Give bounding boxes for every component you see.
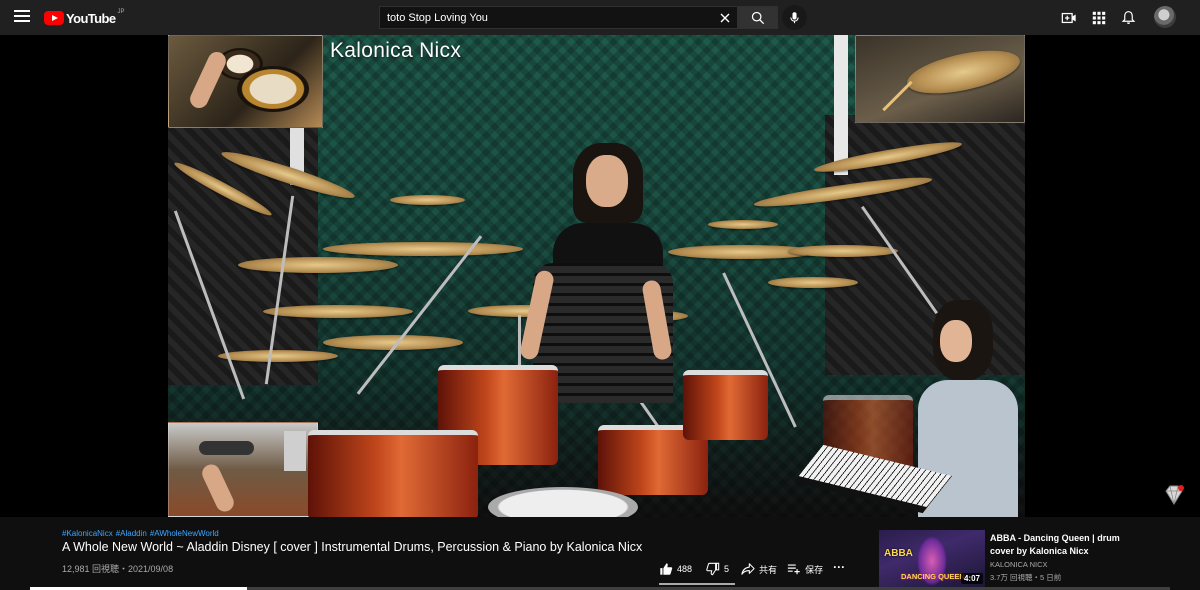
- duration-badge: 4:07: [960, 573, 983, 584]
- hashtag-link[interactable]: #AWholeNewWorld: [150, 529, 219, 538]
- search-button[interactable]: [738, 6, 778, 29]
- hashtag-link[interactable]: #Aladdin: [116, 529, 147, 538]
- recommended-meta: 3.7万 回視聴・5 日前: [990, 573, 1062, 582]
- youtube-logo[interactable]: YouTube JP: [44, 9, 125, 27]
- dislike-count: 5: [724, 564, 730, 574]
- action-bar: 488 5 共有 保存 ···: [659, 560, 855, 577]
- thumbs-down-icon: [706, 562, 720, 576]
- recommended-channel[interactable]: KALONICA NICX: [990, 560, 1048, 569]
- like-ratio-bar: [659, 583, 735, 585]
- diamond-icon[interactable]: [1162, 483, 1186, 507]
- microphone-icon: [790, 12, 799, 24]
- like-count: 488: [677, 564, 693, 574]
- video-player: Kalonica Nicx: [0, 35, 1200, 517]
- recommended-thumbnail[interactable]: ABBA DANCING QUEEN 4:07: [879, 530, 985, 587]
- save-label: 保存: [805, 564, 824, 575]
- like-button[interactable]: 488: [659, 562, 692, 576]
- youtube-play-icon: [44, 11, 64, 25]
- dislike-button[interactable]: 5: [706, 562, 729, 576]
- share-label: 共有: [759, 564, 778, 575]
- video-title: A Whole New World ~ Aladdin Disney [ cov…: [62, 540, 643, 554]
- thumbs-up-icon: [660, 563, 673, 575]
- voice-search-button[interactable]: [782, 5, 807, 30]
- bell-icon[interactable]: [1120, 9, 1137, 26]
- logo-region: JP: [117, 9, 125, 15]
- add-to-playlist-icon: [787, 564, 800, 575]
- search-icon: [751, 11, 765, 24]
- video-frame[interactable]: Kalonica Nicx: [168, 35, 1025, 517]
- top-bar: YouTube JP: [0, 0, 1200, 35]
- share-button[interactable]: 共有: [741, 562, 777, 576]
- thumbnail-text: ABBA: [884, 548, 913, 559]
- inset-cymbal-camera: [855, 35, 1025, 123]
- thumbnail-text: DANCING QUEEN: [901, 572, 965, 581]
- search-input[interactable]: [380, 7, 737, 28]
- share-icon: [741, 563, 755, 575]
- avatar[interactable]: [1154, 6, 1176, 28]
- view-count-date: 12,981 回視聴・2021/09/08: [62, 564, 174, 574]
- close-icon[interactable]: [718, 11, 732, 25]
- channel-watermark: Kalonica Nicx: [330, 39, 462, 62]
- recommended-video[interactable]: ABBA DANCING QUEEN 4:07 ABBA - Dancing Q…: [879, 530, 1179, 590]
- hashtag-link[interactable]: #KalonicaNicx: [62, 529, 113, 538]
- more-icon: ···: [833, 560, 846, 574]
- more-actions-button[interactable]: ···: [833, 560, 845, 574]
- tom-drum: [683, 370, 768, 440]
- hashtags: #KalonicaNicx #Aladdin #AWholeNewWorld: [62, 529, 219, 538]
- apps-grid-icon[interactable]: [1090, 9, 1107, 26]
- save-button[interactable]: 保存: [787, 562, 823, 576]
- inset-percussion-camera: [168, 35, 323, 128]
- create-video-icon[interactable]: [1060, 9, 1077, 26]
- recommended-title[interactable]: ABBA - Dancing Queen | drum cover by Kal…: [990, 532, 1140, 558]
- wall-pillar: [834, 35, 848, 175]
- search-box: [379, 6, 738, 29]
- hamburger-menu-icon[interactable]: [14, 10, 30, 24]
- logo-text: YouTube: [66, 10, 116, 26]
- inset-drum-camera: [168, 422, 318, 517]
- floor-tom: [308, 430, 478, 517]
